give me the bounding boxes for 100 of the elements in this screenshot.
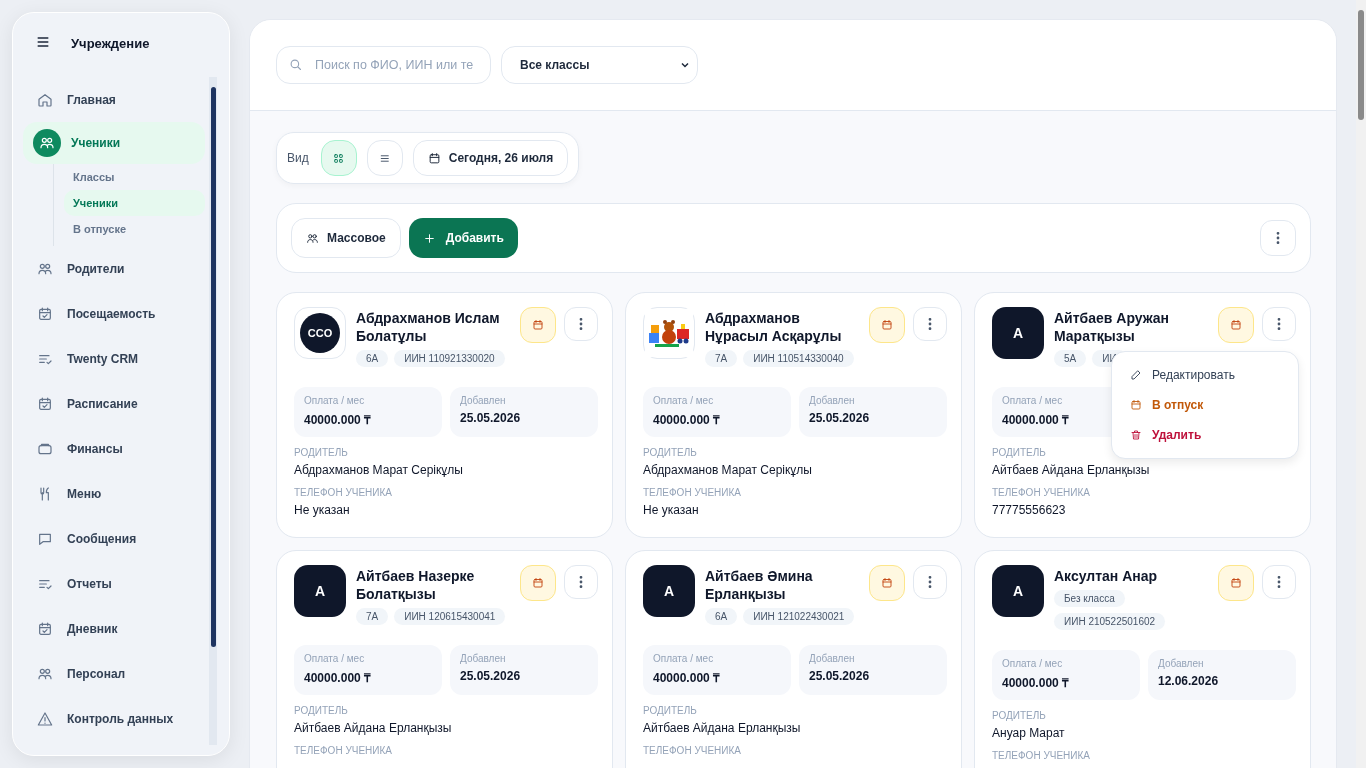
trash-icon — [1130, 429, 1142, 441]
menu-item[interactable]: Удалить — [1112, 420, 1298, 450]
student-name: Айтбаев Әмина Ерланқызы — [705, 567, 814, 603]
parent-name: Ануар Марат — [992, 726, 1066, 740]
stat-label: Оплата / мес — [653, 653, 715, 664]
chip: 7А — [705, 350, 738, 367]
field-label: ТЕЛЕФОН УЧЕНИКА — [992, 487, 1091, 499]
stat-label: Добавлен — [460, 653, 507, 664]
nav-item[interactable]: Сообщения — [23, 516, 205, 561]
more-button[interactable] — [564, 565, 598, 599]
stat-label: Оплата / мес — [304, 653, 366, 664]
warning-icon — [37, 710, 53, 727]
stat-value: 25.05.2026 — [460, 411, 522, 425]
stat-label: Оплата / мес — [1002, 658, 1064, 669]
grid-view-button[interactable] — [320, 140, 357, 176]
student-name: Абдрахманов Ислам Болатұлы — [356, 309, 501, 345]
view-label: Вид — [287, 151, 309, 165]
vacation-button[interactable] — [1218, 565, 1254, 601]
field-label: РОДИТЕЛЬ — [294, 705, 349, 717]
people-icon — [306, 231, 319, 245]
more-button[interactable] — [913, 565, 947, 599]
scrollbar[interactable] — [1356, 0, 1366, 768]
field-label: РОДИТЕЛЬ — [992, 710, 1047, 722]
chip: 5А — [1054, 350, 1087, 367]
more-button[interactable] — [913, 307, 947, 341]
menu-item[interactable]: В отпуск — [1112, 390, 1298, 420]
phone-number: 77775556623 — [992, 503, 1067, 517]
chip: ИИН 110921330020 — [394, 350, 505, 367]
stat-label: Добавлен — [809, 653, 856, 664]
field-label: РОДИТЕЛЬ — [294, 447, 349, 459]
stat-value: 25.05.2026 — [809, 669, 871, 683]
nav-item[interactable]: Меню — [23, 471, 205, 516]
parent-name: Абдрахманов Марат Серікұлы — [294, 463, 464, 477]
nav-item[interactable]: Родители — [23, 246, 205, 291]
chip: 6А — [705, 608, 738, 625]
nav-item[interactable]: Отчеты — [23, 561, 205, 606]
nav-item[interactable]: Расписание — [23, 381, 205, 426]
nav-item[interactable]: Дневник — [23, 606, 205, 651]
calendar-icon — [1130, 399, 1142, 411]
nav-item[interactable]: Ученики — [23, 122, 205, 164]
pencil-icon — [1130, 369, 1142, 381]
calendar-icon — [532, 319, 544, 331]
field-label: ТЕЛЕФОН УЧЕНИКА — [643, 487, 742, 499]
stat-value: 25.05.2026 — [809, 411, 871, 425]
calendar-icon — [1230, 319, 1242, 331]
chip: 7А — [356, 608, 389, 625]
stat-label: Добавлен — [1158, 658, 1205, 669]
nav-item[interactable]: Финансы — [23, 426, 205, 471]
student-name: Аксултан Анар — [1054, 567, 1159, 585]
nav-item[interactable]: Персонал — [23, 651, 205, 696]
list-view-button[interactable] — [366, 140, 403, 176]
more-button[interactable] — [564, 307, 598, 341]
stat-value: 40000.000 ₸ — [1002, 675, 1071, 691]
stat-label: Оплата / мес — [304, 395, 366, 406]
student-name: Айтбаев Назерке Болатқызы — [356, 567, 476, 603]
vacation-button[interactable] — [869, 565, 905, 601]
parent-name: Абдрахманов Марат Серікұлы — [643, 463, 813, 477]
bulk-button[interactable]: Массовое — [291, 218, 401, 258]
nav-item[interactable]: Twenty CRM — [23, 336, 205, 381]
logo: CCO — [300, 313, 340, 353]
stat-value: 40000.000 ₸ — [653, 670, 722, 686]
grid-icon — [332, 151, 346, 165]
subnav-item[interactable]: Классы — [64, 164, 205, 190]
stat-value: 12.06.2026 — [1158, 674, 1220, 688]
nav-item[interactable]: Контроль данных — [23, 696, 205, 741]
field-label: ТЕЛЕФОН УЧЕНИКА — [294, 745, 393, 757]
vacation-button[interactable] — [1218, 307, 1254, 343]
parent-name: Айтбаев Айдана Ерланқызы — [992, 463, 1151, 477]
vacation-button[interactable] — [520, 565, 556, 601]
vacation-button[interactable] — [520, 307, 556, 343]
search-field[interactable]: Поиск по ФИО, ИИН или те — [276, 46, 491, 84]
chip: ИИН 121022430021 — [743, 608, 855, 625]
class-dropdown[interactable]: Все классы — [501, 46, 698, 84]
calendar-icon — [881, 577, 893, 589]
sidebar-title: Учреждение — [71, 35, 150, 51]
stat-label: Оплата / мес — [1002, 395, 1064, 406]
more-button[interactable] — [1262, 565, 1296, 599]
chip: Без класса — [1054, 590, 1125, 607]
more-button[interactable] — [1262, 307, 1296, 341]
calendar-check-icon — [37, 620, 53, 637]
nav-item[interactable]: Главная — [23, 77, 205, 122]
subnav-item[interactable]: Ученики — [64, 190, 205, 216]
calendar-check-icon — [37, 305, 53, 322]
stat-value: 40000.000 ₸ — [304, 412, 373, 428]
field-label: ТЕЛЕФОН УЧЕНИКА — [294, 487, 393, 499]
avatar: А — [992, 565, 1044, 617]
date-button[interactable]: Сегодня, 26 июля — [412, 140, 569, 176]
student-name: Айтбаев Аружан Маратқызы — [1054, 309, 1171, 345]
scrollbar[interactable] — [209, 77, 217, 745]
student-name: Абдрахманов Нұрасыл Асқарұлы — [705, 309, 843, 345]
stat-label: Добавлен — [809, 395, 856, 406]
more-button[interactable] — [1260, 220, 1296, 256]
chip: ИИН 120615430041 — [394, 608, 506, 625]
vacation-button[interactable] — [869, 307, 905, 343]
subnav-item[interactable]: В отпуске — [64, 216, 205, 242]
phone-number: Не указан — [643, 503, 700, 517]
field-label: РОДИТЕЛЬ — [643, 705, 698, 717]
field-label: ТЕЛЕФОН УЧЕНИКА — [643, 745, 742, 757]
add-button[interactable]: Добавить — [408, 218, 518, 258]
nav-item[interactable]: Посещаемость — [23, 291, 205, 336]
